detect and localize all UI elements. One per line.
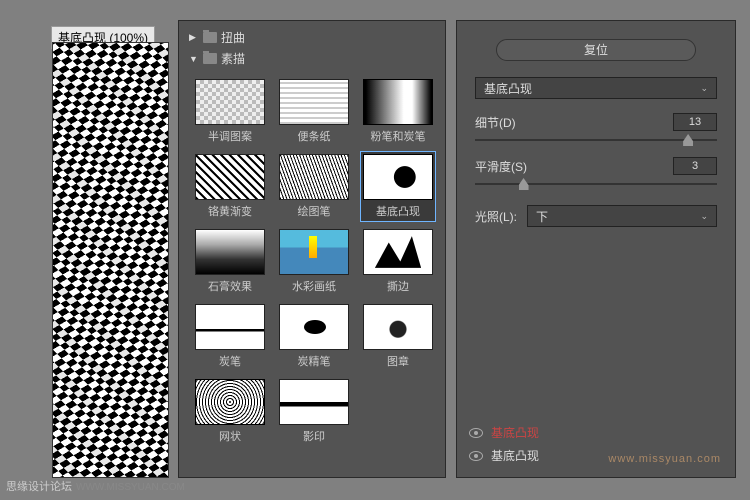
thumb-label: 半调图案 — [208, 128, 252, 144]
chevron-down-icon: ⌄ — [700, 211, 708, 222]
triangle-down-icon: ▼ — [189, 54, 199, 64]
chevron-down-icon: ⌄ — [700, 83, 708, 94]
smooth-label: 平滑度(S) — [475, 158, 527, 175]
settings-panel: 复位 基底凸现 ⌄ 细节(D) 平滑度(S) 光照(L): 下 ⌄ 基底凸现 — [456, 20, 736, 478]
filter-thumb-3[interactable]: 铬黄渐变 — [193, 152, 267, 221]
filter-thumb-7[interactable]: 水彩画纸 — [277, 227, 351, 296]
thumb-label: 石膏效果 — [208, 278, 252, 294]
filter-thumb-6[interactable]: 石膏效果 — [193, 227, 267, 296]
thumb-label: 便条纸 — [298, 128, 331, 144]
filter-thumb-10[interactable]: 炭精笔 — [277, 302, 351, 371]
thumb-image — [363, 304, 433, 350]
thumb-image — [279, 79, 349, 125]
thumb-image — [195, 154, 265, 200]
slider-thumb[interactable] — [519, 178, 529, 190]
filter-thumb-12[interactable]: 网状 — [193, 377, 267, 446]
folder-icon — [203, 32, 217, 43]
detail-slider[interactable] — [475, 133, 717, 147]
thumb-image — [195, 304, 265, 350]
layer-label: 基底凸现 — [491, 447, 539, 464]
filter-thumb-13[interactable]: 影印 — [277, 377, 351, 446]
category-label: 扭曲 — [221, 29, 245, 46]
thumb-label: 炭笔 — [219, 353, 241, 369]
filter-thumb-9[interactable]: 炭笔 — [193, 302, 267, 371]
reset-button[interactable]: 复位 — [496, 39, 696, 61]
category-label: 素描 — [221, 50, 245, 67]
effect-layer-row[interactable]: 基底凸现 — [469, 421, 723, 444]
thumb-image — [195, 229, 265, 275]
thumb-label: 基底凸现 — [376, 203, 420, 219]
layer-label: 基底凸现 — [491, 424, 539, 441]
thumb-image — [279, 154, 349, 200]
thumb-image — [279, 229, 349, 275]
preview-image — [53, 43, 168, 477]
filter-thumbnail-grid: 半调图案 便条纸 粉笔和炭笔铬黄渐变 绘图笔 基底凸现石膏效果 水彩画纸 撕边炭笔 炭精笔 图章… — [193, 77, 435, 446]
slider-thumb[interactable] — [683, 134, 693, 146]
filter-thumb-8[interactable]: 撕边 — [361, 227, 435, 296]
footer-credit: 思缘设计论坛WWW.MISSYUAN.COM — [6, 478, 185, 494]
thumb-image — [363, 229, 433, 275]
thumb-image — [363, 154, 433, 200]
preview-pane — [52, 42, 169, 478]
thumb-label: 图章 — [387, 353, 409, 369]
thumb-label: 炭精笔 — [298, 353, 331, 369]
light-select-value: 下 — [536, 208, 548, 225]
eye-icon[interactable] — [469, 451, 483, 461]
detail-label: 细节(D) — [475, 114, 516, 131]
thumb-label: 铬黄渐变 — [208, 203, 252, 219]
thumb-image — [363, 79, 433, 125]
thumb-label: 水彩画纸 — [292, 278, 336, 294]
folder-icon — [203, 53, 217, 64]
category-distort[interactable]: ▶ 扭曲 — [189, 27, 435, 48]
watermark: www.missyuan.com — [608, 453, 721, 465]
filter-thumb-5[interactable]: 基底凸现 — [361, 152, 435, 221]
filter-gallery-panel: ▶ 扭曲 ▼ 素描 半调图案 便条纸 粉笔和炭笔铬黄渐变 绘图笔 基底凸现石膏效果 水彩画… — [178, 20, 446, 478]
thumb-image — [195, 379, 265, 425]
smooth-slider[interactable] — [475, 177, 717, 191]
filter-thumb-1[interactable]: 便条纸 — [277, 77, 351, 146]
filter-thumb-11[interactable]: 图章 — [361, 302, 435, 371]
filter-select[interactable]: 基底凸现 ⌄ — [475, 77, 717, 99]
detail-value[interactable] — [673, 113, 717, 131]
filter-thumb-0[interactable]: 半调图案 — [193, 77, 267, 146]
filter-select-value: 基底凸现 — [484, 80, 532, 97]
thumb-image — [279, 304, 349, 350]
smooth-value[interactable] — [673, 157, 717, 175]
thumb-label: 影印 — [303, 428, 325, 444]
thumb-label: 绘图笔 — [298, 203, 331, 219]
thumb-image — [279, 379, 349, 425]
thumb-label: 粉笔和炭笔 — [371, 128, 426, 144]
thumb-label: 撕边 — [387, 278, 409, 294]
triangle-right-icon: ▶ — [189, 32, 199, 43]
thumb-image — [195, 79, 265, 125]
category-sketch[interactable]: ▼ 素描 — [189, 48, 435, 69]
light-select[interactable]: 下 ⌄ — [527, 205, 717, 227]
light-label: 光照(L): — [475, 208, 517, 225]
filter-thumb-4[interactable]: 绘图笔 — [277, 152, 351, 221]
thumb-label: 网状 — [219, 428, 241, 444]
eye-icon[interactable] — [469, 428, 483, 438]
filter-thumb-2[interactable]: 粉笔和炭笔 — [361, 77, 435, 146]
